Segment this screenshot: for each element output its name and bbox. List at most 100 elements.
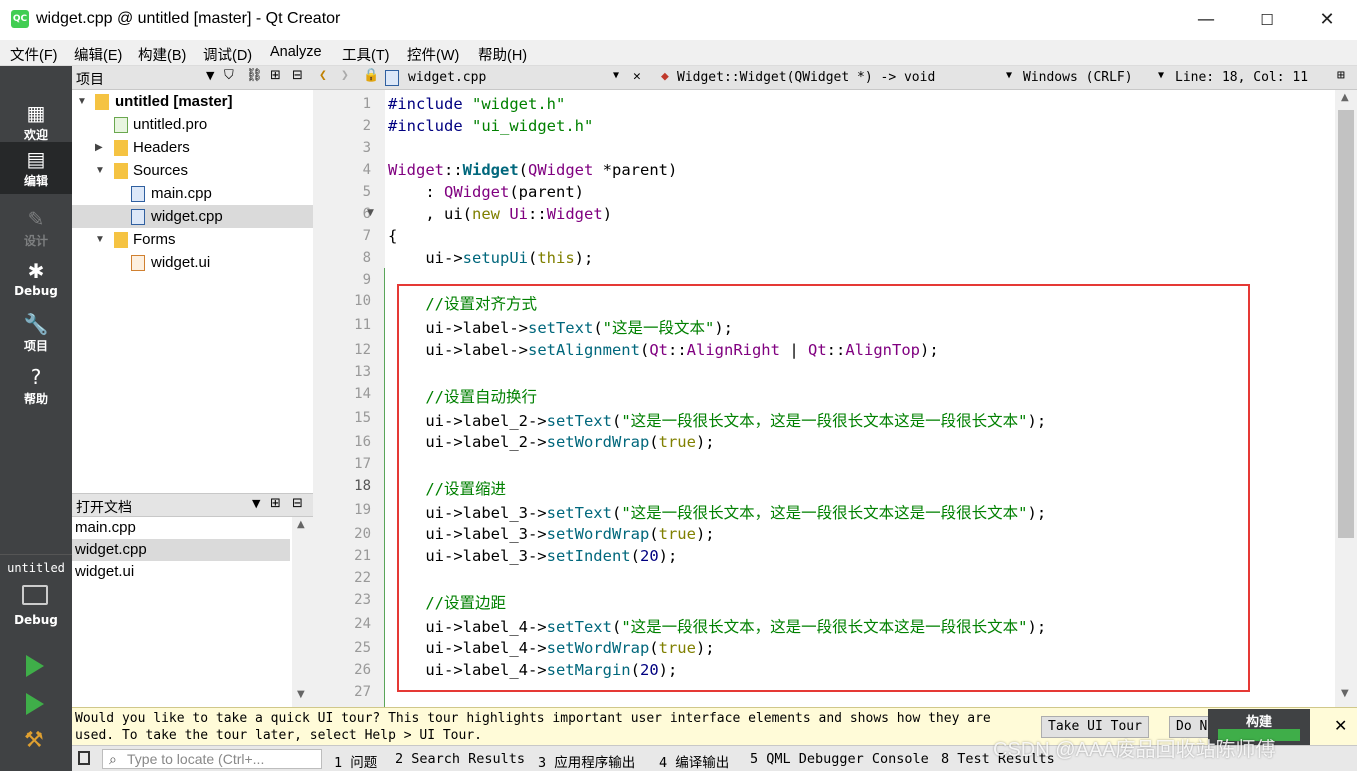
split-icon[interactable]: ⊞ bbox=[270, 496, 281, 511]
close-file-icon[interactable]: ✕ bbox=[633, 69, 641, 84]
close-infobar-icon[interactable]: ✕ bbox=[1334, 716, 1347, 735]
tree-item-project[interactable]: ▼ untitled [master] bbox=[72, 90, 313, 113]
debug-run-icon[interactable] bbox=[26, 693, 44, 715]
line-ending-selector[interactable]: Windows (CRLF) bbox=[1023, 70, 1133, 85]
menu-help[interactable]: 帮助(H) bbox=[478, 44, 527, 65]
tab-qml-debugger[interactable]: 5 QML Debugger Console bbox=[750, 751, 929, 767]
kit-selector[interactable]: untitled Debug bbox=[0, 554, 72, 664]
menu-edit[interactable]: 编辑(E) bbox=[74, 44, 122, 65]
tree-item-main-cpp[interactable]: main.cpp bbox=[72, 182, 313, 205]
symbol-dropdown-icon[interactable]: ▼ bbox=[1006, 70, 1012, 81]
tree-item-forms[interactable]: ▼ Forms bbox=[72, 228, 313, 251]
mode-projects[interactable]: 🔧 项目 bbox=[0, 307, 72, 359]
pane-dropdown-icon[interactable]: ▼ bbox=[252, 497, 260, 510]
line-number: 18 bbox=[354, 478, 371, 494]
tree-item-headers[interactable]: ▶ Headers bbox=[72, 136, 313, 159]
symbol-selector[interactable]: Widget::Widget(QWidget *) -> void bbox=[677, 70, 935, 85]
scroll-up-icon[interactable]: ▲ bbox=[1341, 92, 1349, 103]
tree-item-widget-ui[interactable]: widget.ui bbox=[72, 251, 313, 274]
chevron-down-icon[interactable]: ▼ bbox=[95, 228, 105, 251]
mode-welcome[interactable]: ▦ 欢迎 bbox=[0, 96, 72, 148]
scrollbar-thumb[interactable] bbox=[1338, 110, 1354, 538]
scroll-down-icon[interactable]: ▼ bbox=[297, 689, 305, 700]
line-number: 13 bbox=[354, 364, 371, 380]
line-number: 5 bbox=[362, 184, 371, 200]
open-doc-widget-cpp[interactable]: widget.cpp bbox=[72, 539, 290, 561]
menu-analyze[interactable]: Analyze bbox=[270, 44, 322, 60]
pencil-icon: ✎ bbox=[27, 207, 45, 231]
open-docs-list: main.cpp widget.cpp widget.ui ▲ ▼ bbox=[72, 517, 313, 707]
menu-file[interactable]: 文件(F) bbox=[10, 44, 58, 65]
chevron-right-icon[interactable]: ▶ bbox=[95, 136, 103, 159]
code-line[interactable]: , ui(new Ui::Widget) bbox=[388, 205, 612, 223]
project-pane-header: 项目 ▼ ⛉ ⛓ ⊞ ⊟ bbox=[72, 66, 313, 90]
code-line[interactable]: #include "widget.h" bbox=[388, 95, 565, 113]
filter-icon[interactable]: ⛉ bbox=[224, 68, 234, 83]
mode-help[interactable]: ? 帮助 bbox=[0, 360, 72, 412]
grid-icon: ▦ bbox=[26, 101, 46, 125]
tab-issues[interactable]: 1 问题 bbox=[334, 751, 377, 771]
close-pane-icon[interactable]: ⊟ bbox=[292, 68, 303, 83]
mode-debug[interactable]: ✱ Debug bbox=[0, 254, 72, 306]
back-icon[interactable]: ❮ bbox=[319, 68, 327, 83]
tree-item-widget-cpp[interactable]: widget.cpp bbox=[72, 205, 313, 228]
mode-design[interactable]: ✎ 设计 bbox=[0, 202, 72, 254]
line-number: 19 bbox=[354, 502, 371, 518]
run-icon[interactable] bbox=[26, 655, 44, 677]
tab-compile-output[interactable]: 4 编译输出 bbox=[659, 751, 729, 771]
code-line[interactable]: Widget::Widget(QWidget *parent) bbox=[388, 161, 677, 179]
code-line[interactable]: : QWidget(parent) bbox=[388, 183, 584, 201]
split-icon[interactable]: ⊞ bbox=[1337, 68, 1345, 83]
mode-edit[interactable]: ▤ 编辑 bbox=[0, 142, 72, 194]
project-pane-title: 项目 bbox=[76, 72, 104, 88]
scroll-down-icon[interactable]: ▼ bbox=[1341, 688, 1349, 699]
tab-search-results[interactable]: 2 Search Results bbox=[395, 751, 525, 767]
cursor-position[interactable]: Line: 18, Col: 11 bbox=[1175, 70, 1308, 85]
close-button[interactable]: ✕ bbox=[1312, 6, 1342, 34]
maximize-button[interactable]: ☐ bbox=[1252, 6, 1282, 34]
open-doc-main-cpp[interactable]: main.cpp bbox=[72, 517, 290, 539]
scroll-up-icon[interactable]: ▲ bbox=[297, 519, 305, 530]
cpp-file-icon bbox=[131, 186, 145, 202]
menu-debug[interactable]: 调试(D) bbox=[203, 44, 252, 65]
open-docs-title: 打开文档 bbox=[76, 500, 132, 516]
window-title: widget.cpp @ untitled [master] - Qt Crea… bbox=[36, 10, 341, 27]
minimize-button[interactable]: — bbox=[1191, 6, 1221, 34]
fold-marker-icon[interactable]: ▼ bbox=[367, 208, 374, 218]
docs-scrollbar[interactable]: ▲ ▼ bbox=[292, 517, 313, 707]
line-number: 17 bbox=[354, 456, 371, 472]
code-line[interactable]: ui->setupUi(this); bbox=[388, 249, 593, 267]
tree-item-sources[interactable]: ▼ Sources bbox=[72, 159, 313, 182]
code-line[interactable]: #include "ui_widget.h" bbox=[388, 117, 593, 135]
ui-tour-message: Would you like to take a quick UI tour? … bbox=[75, 711, 991, 743]
current-file-label[interactable]: widget.cpp bbox=[408, 70, 486, 85]
line-number: 14 bbox=[354, 386, 371, 402]
kit-mode-label: Debug bbox=[14, 613, 58, 627]
link-icon[interactable]: ⛓ bbox=[246, 68, 263, 83]
cpp-file-icon bbox=[385, 70, 399, 86]
toggle-sidebar-icon[interactable] bbox=[78, 751, 90, 765]
menu-controls[interactable]: 控件(W) bbox=[407, 44, 459, 65]
open-doc-widget-ui[interactable]: widget.ui bbox=[72, 561, 290, 583]
tab-application-output[interactable]: 3 应用程序输出 bbox=[538, 751, 635, 771]
line-number: 16 bbox=[354, 434, 371, 450]
code-line[interactable]: { bbox=[388, 227, 397, 245]
build-hammer-icon[interactable]: ⚒ bbox=[24, 728, 44, 753]
project-tree: ▼ untitled [master] untitled.pro ▶ Heade… bbox=[72, 90, 313, 493]
close-pane-icon[interactable]: ⊟ bbox=[292, 496, 303, 511]
chevron-down-icon[interactable]: ▼ bbox=[77, 90, 87, 113]
line-number: 22 bbox=[354, 570, 371, 586]
tree-item-pro[interactable]: untitled.pro bbox=[72, 113, 313, 136]
locator-input[interactable]: ⌕ Type to locate (Ctrl+... bbox=[102, 749, 322, 769]
pane-dropdown-icon[interactable]: ▼ bbox=[206, 69, 214, 82]
line-number: 7 bbox=[362, 228, 371, 244]
chevron-down-icon[interactable]: ▼ bbox=[95, 159, 105, 182]
split-icon[interactable]: ⊞ bbox=[270, 68, 281, 83]
annotation-highlight-box bbox=[397, 284, 1250, 692]
menu-tools[interactable]: 工具(T) bbox=[342, 44, 390, 65]
ui-file-icon bbox=[131, 255, 145, 271]
file-dropdown-icon[interactable]: ▼ bbox=[613, 70, 619, 81]
line-ending-dropdown-icon[interactable]: ▼ bbox=[1158, 70, 1164, 81]
forward-icon[interactable]: ❯ bbox=[341, 68, 349, 83]
menu-build[interactable]: 构建(B) bbox=[138, 44, 186, 65]
